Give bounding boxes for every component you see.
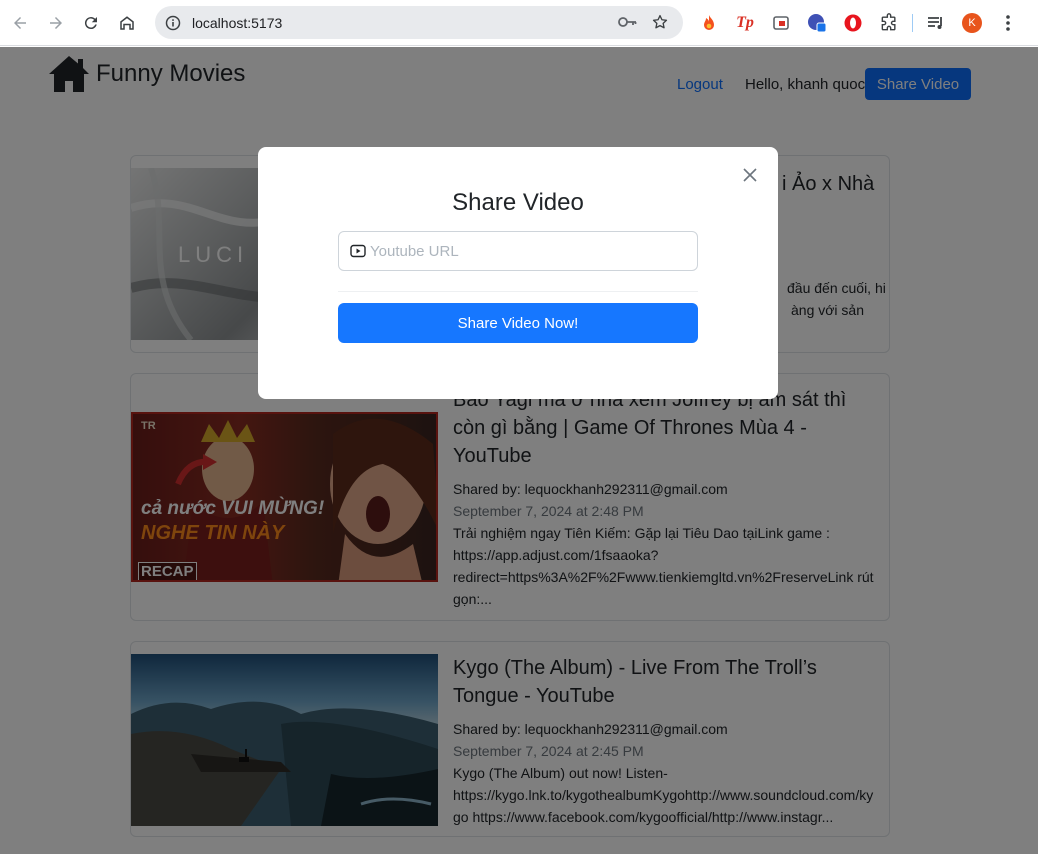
profile-avatar[interactable]: K (959, 8, 985, 38)
url-text: localhost:5173 (192, 14, 283, 31)
youtube-url-input[interactable] (370, 242, 690, 260)
media-queue-icon[interactable] (923, 8, 949, 38)
modal-title: Share Video (452, 189, 584, 216)
youtube-url-field[interactable] (338, 231, 698, 271)
puzzle-extensions-icon[interactable] (876, 8, 902, 38)
bookmark-star-icon[interactable] (651, 13, 669, 36)
reload-button[interactable] (73, 5, 109, 41)
share-video-modal: Share Video Share Video Now! (258, 147, 778, 399)
translate-extension-icon[interactable] (804, 8, 830, 38)
back-button[interactable] (2, 5, 38, 41)
address-bar[interactable]: localhost:5173 (155, 6, 683, 39)
extensions-bar: Tp K (696, 8, 1021, 38)
home-button[interactable] (109, 5, 145, 41)
toolbar-divider (912, 14, 913, 32)
flame-extension-icon[interactable] (696, 8, 722, 38)
opera-extension-icon[interactable] (840, 8, 866, 38)
close-button[interactable] (740, 165, 760, 185)
password-key-icon[interactable] (617, 13, 637, 36)
arrow-right-icon (50, 17, 62, 29)
tp-extension-icon[interactable]: Tp (732, 8, 758, 38)
more-menu-icon[interactable] (995, 8, 1021, 38)
forward-button[interactable] (38, 5, 74, 41)
home-outline-icon (120, 16, 134, 30)
recorder-extension-icon[interactable] (768, 8, 794, 38)
share-video-now-button[interactable]: Share Video Now! (338, 303, 698, 343)
browser-toolbar: localhost:5173 Tp K (0, 0, 1038, 46)
youtube-icon (350, 244, 366, 258)
close-icon (743, 168, 757, 182)
arrow-left-icon (14, 17, 26, 29)
reload-icon (84, 17, 97, 30)
site-info-icon[interactable] (164, 14, 182, 32)
divider (338, 291, 698, 292)
